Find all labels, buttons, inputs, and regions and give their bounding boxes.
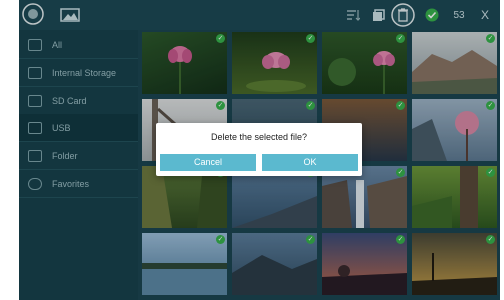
ok-button[interactable]: OK [262,154,358,171]
delete-confirm-dialog: Delete the selected file? Cancel OK [156,123,362,176]
dialog-message: Delete the selected file? [210,132,308,142]
gallery-screen: 53 X All Internal Storage SD Card USB Fo… [19,0,500,300]
cancel-button[interactable]: Cancel [160,154,256,171]
